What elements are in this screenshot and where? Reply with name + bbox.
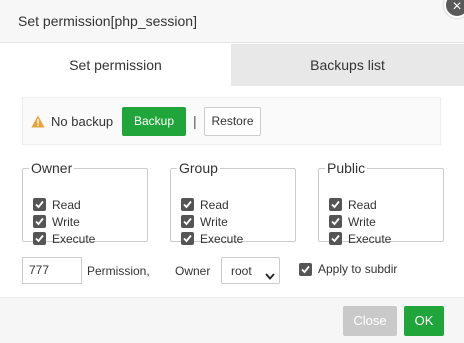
public-write-checkbox[interactable]: Write [329, 213, 391, 230]
group-write-checkbox[interactable]: Write [181, 213, 243, 230]
dialog-footer: Close OK [0, 297, 464, 343]
checkbox-label: Write [200, 214, 228, 229]
owner-execute-checkbox[interactable]: Execute [33, 230, 95, 247]
tab-backups-list[interactable]: Backups list [231, 44, 464, 86]
apply-subdir-checkbox[interactable]: Apply to subdir [299, 262, 397, 276]
group-legend: Group [179, 160, 218, 176]
checkbox-label: Write [52, 214, 80, 229]
checkbox-label: Execute [200, 231, 244, 246]
permission-input[interactable]: 777 [22, 257, 82, 284]
checkbox-checked-icon [181, 215, 194, 228]
dialog-titlebar: Set permission[php_session] [0, 0, 464, 43]
checkbox-label: Read [200, 197, 229, 212]
apply-subdir-label: Apply to subdir [318, 262, 398, 276]
public-read-checkbox[interactable]: Read [329, 196, 391, 213]
ok-button[interactable]: OK [404, 306, 444, 336]
checkbox-checked-icon [181, 198, 194, 211]
owner-label: Owner [175, 264, 211, 278]
owner-legend: Owner [31, 160, 73, 176]
tab-bar: Set permission Backups list [0, 44, 464, 86]
owner-select[interactable]: root [221, 257, 280, 284]
owner-write-checkbox[interactable]: Write [33, 213, 95, 230]
checkbox-checked-icon [181, 232, 194, 245]
checkbox-label: Execute [348, 231, 392, 246]
backup-status: No backup [51, 114, 114, 129]
chevron-down-icon [265, 268, 275, 283]
checkbox-checked-icon [299, 262, 312, 276]
warning-triangle-icon [31, 115, 45, 128]
checkbox-checked-icon [329, 215, 342, 228]
close-button[interactable]: Close [343, 306, 397, 336]
public-execute-checkbox[interactable]: Execute [329, 230, 391, 247]
group-execute-checkbox[interactable]: Execute [181, 230, 243, 247]
owner-select-value: root [231, 264, 252, 278]
dialog-title: Set permission[php_session] [18, 13, 197, 29]
group-read-checkbox[interactable]: Read [181, 196, 243, 213]
backup-button[interactable]: Backup [122, 107, 186, 136]
checkbox-label: Read [348, 197, 377, 212]
checkbox-checked-icon [33, 215, 46, 228]
backup-bar: No backup Backup | Restore [22, 97, 441, 145]
checkbox-label: Execute [52, 231, 96, 246]
checkbox-checked-icon [33, 198, 46, 211]
checkbox-label: Read [52, 197, 81, 212]
tab-set-permission[interactable]: Set permission [0, 44, 231, 86]
checkbox-checked-icon [33, 232, 46, 245]
group-permission-group: Group Read Write Execute [170, 160, 296, 246]
owner-read-checkbox[interactable]: Read [33, 196, 95, 213]
public-legend: Public [327, 160, 366, 176]
owner-permission-group: Owner Read Write Execute [22, 160, 148, 246]
checkbox-label: Write [348, 214, 376, 229]
permission-label: Permission, [87, 264, 150, 278]
checkbox-checked-icon [329, 198, 342, 211]
checkbox-checked-icon [329, 232, 342, 245]
restore-button[interactable]: Restore [204, 107, 261, 136]
divider: | [193, 113, 197, 129]
public-permission-group: Public Read Write Execute [318, 160, 444, 246]
